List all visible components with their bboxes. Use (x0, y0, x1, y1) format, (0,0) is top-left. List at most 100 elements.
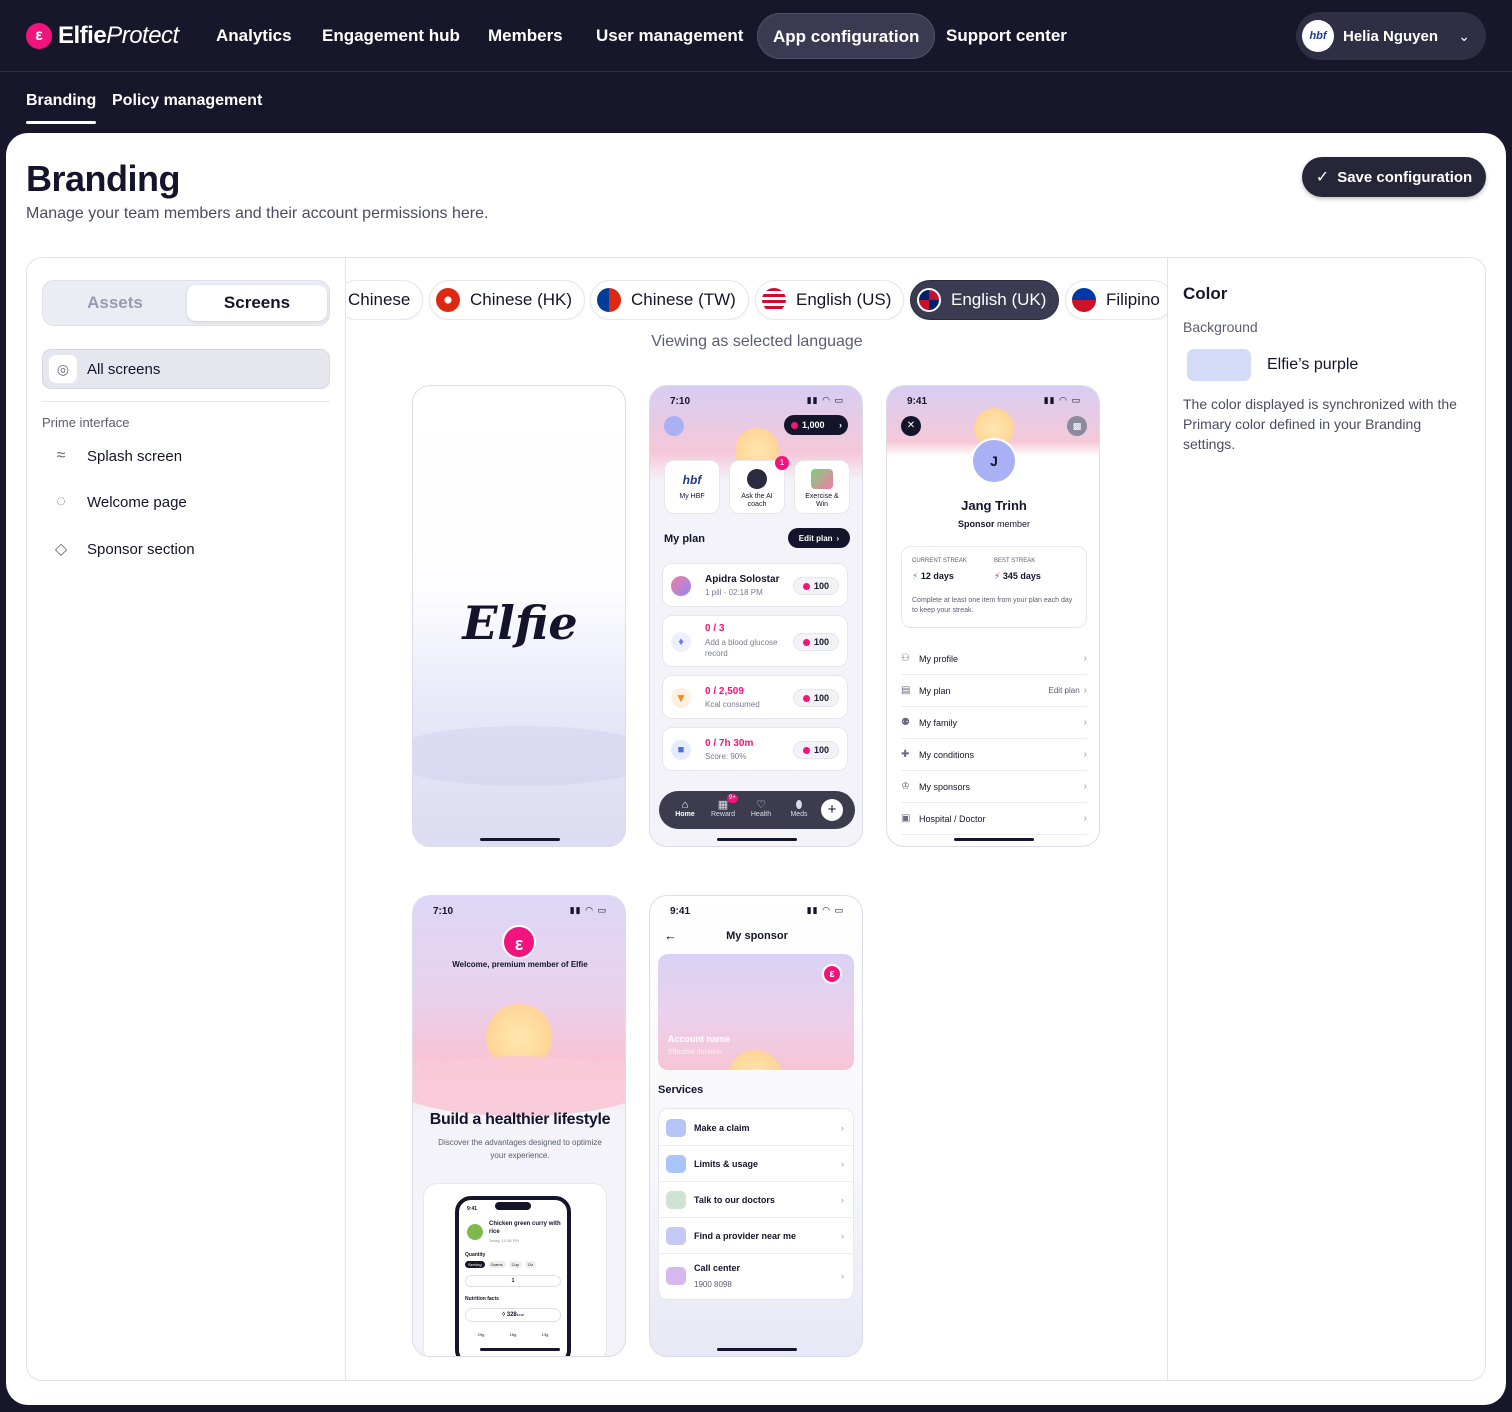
bottom-tab-bar: ⌂ Home ▦ Reward 9+ ♡ Health ⬮ Meds + (659, 791, 855, 829)
plan-item[interactable]: ▼ 0 / 2,509 Kcal consumed 100 (662, 675, 848, 719)
sponsor-screen-preview[interactable]: 9:41 ▮▮ ◠ ▭ ← My sponsor ε Account name … (649, 895, 863, 1357)
screen-item-welcome[interactable]: ◌ Welcome page (49, 493, 187, 511)
plan-item-sub: 1 pill · 02:18 PM (705, 588, 763, 597)
crown-icon: ♔ (901, 781, 910, 792)
group-header: Prime interface (42, 415, 130, 430)
nav-app-configuration[interactable]: App configuration (757, 13, 936, 59)
language-chip-english-uk[interactable]: English (UK) (910, 280, 1060, 320)
left-panel: Assets Screens ◎ All screens Prime inter… (27, 258, 346, 1380)
plan-item[interactable]: ♦ 0 / 3 Add a blood glucose record 100 (662, 615, 848, 667)
role-rest: member (997, 519, 1031, 529)
service-find-provider[interactable]: Find a provider near me › (660, 1218, 852, 1254)
user-menu[interactable]: hbf Helia Nguyen ⌄ (1296, 12, 1486, 60)
language-chip-chinese[interactable]: Chinese (347, 280, 424, 320)
chevron-right-icon: › (1083, 781, 1087, 792)
plan-item[interactable]: Apidra Solostar 1 pill · 02:18 PM 100 (662, 563, 848, 607)
ai-coach-icon (747, 469, 767, 489)
chip-label: English (UK) (951, 290, 1047, 309)
coin-icon (802, 746, 810, 754)
service-sub: 1900 8098 (694, 1279, 732, 1289)
status-time: 9:41 (907, 396, 928, 407)
nav-members[interactable]: Members (473, 13, 578, 59)
menu-my-sponsors[interactable]: ♔ My sponsors › (901, 771, 1087, 803)
tile-exercise-win[interactable]: Exercise & Win (794, 460, 850, 514)
nav-user-management[interactable]: User management (581, 13, 758, 59)
service-talk-doctors[interactable]: Talk to our doctors › (660, 1182, 852, 1218)
chevron-right-icon: › (1083, 653, 1087, 664)
best-streak-label: BEST STREAK (994, 558, 1036, 564)
points-badge[interactable]: 1,000 › (784, 415, 848, 435)
medical-cross-icon: ✚ (901, 749, 910, 760)
welcome-screen-preview[interactable]: 7:10 ▮▮ ◠ ▭ ε Welcome, premium member of… (412, 895, 626, 1357)
screen-item-splash[interactable]: ≈ Splash screen (49, 447, 182, 465)
plan-title: My plan (664, 533, 705, 545)
segment-assets[interactable]: Assets (45, 285, 185, 321)
divider (42, 401, 330, 402)
menu-my-plan[interactable]: ▤ My plan Edit plan › (901, 675, 1087, 707)
service-limits-usage[interactable]: Limits & usage › (660, 1146, 852, 1182)
home-screen-preview[interactable]: 7:10 ▮▮ ◠ ▭ 1,000 › hbf My HBF Ask the A… (649, 385, 863, 847)
add-button[interactable]: + (821, 799, 843, 821)
chevron-right-icon: › (1083, 717, 1087, 728)
macro-value: 16g (509, 1332, 517, 1337)
service-make-claim[interactable]: Make a claim › (660, 1110, 852, 1146)
language-chip-chinese-hk[interactable]: Chinese (HK) (429, 280, 586, 320)
save-configuration-button[interactable]: ✓ Save configuration (1302, 157, 1486, 197)
current-streak-label: CURRENT STREAK (912, 558, 967, 564)
tab-policy-management[interactable]: Policy management (112, 92, 262, 110)
avatar[interactable] (664, 416, 684, 436)
points-chip: 100 (793, 577, 839, 595)
qr-code-icon[interactable]: ▩ (1067, 416, 1087, 436)
menu-my-conditions[interactable]: ✚ My conditions › (901, 739, 1087, 771)
top-navigation-bar: ε Elfie Protect Analytics Engagement hub… (0, 0, 1512, 72)
edit-plan-button[interactable]: Edit plan › (788, 528, 850, 548)
pill-icon: ⬮ (795, 799, 803, 811)
phone-icon (666, 1267, 686, 1285)
tab-meds[interactable]: ⬮ Meds (779, 799, 819, 819)
tab-health[interactable]: ♡ Health (743, 800, 779, 819)
coin-icon (802, 582, 810, 590)
menu-label: My plan (919, 685, 951, 696)
uk-flag-icon (917, 288, 941, 312)
status-icons: ▮▮ ◠ ▭ (569, 905, 607, 915)
kcal-value: 328 (506, 1312, 517, 1318)
all-screens-item[interactable]: ◎ All screens (42, 349, 330, 389)
menu-label: My sponsors (919, 781, 971, 792)
page-title: Branding (26, 158, 181, 199)
screen-item-sponsor[interactable]: ◇ Sponsor section (49, 539, 195, 559)
hk-flag-icon (436, 288, 460, 312)
nav-analytics[interactable]: Analytics (201, 13, 307, 59)
background-label: Background (1183, 319, 1258, 335)
tab-home[interactable]: ⌂ Home (667, 800, 703, 819)
member-role: Sponsor member (887, 519, 1099, 529)
us-flag-icon (762, 288, 786, 312)
language-chip-english-us[interactable]: English (US) (755, 280, 905, 320)
mini-macros: 29g 16g 13g (465, 1332, 561, 1337)
language-chip-chinese-tw[interactable]: Chinese (TW) (590, 280, 749, 320)
bolt-icon: ⚡ (994, 571, 1001, 581)
family-icon: ⚉ (901, 717, 910, 728)
tile-my-hbf[interactable]: hbf My HBF (664, 460, 720, 514)
profile-screen-preview[interactable]: 9:41 ▮▮ ◠ ▭ ✕ ▩ J Jang Trinh Sponsor mem… (886, 385, 1100, 847)
menu-hospital-doctor[interactable]: ▣ Hospital / Doctor › (901, 803, 1087, 835)
elfie-protect-logo[interactable]: ε Elfie Protect (26, 22, 179, 50)
language-chip-filipino[interactable]: Filipino (1065, 280, 1167, 320)
diamond-icon: ◇ (54, 541, 68, 558)
nav-support-center[interactable]: Support center (931, 13, 1082, 59)
color-swatch[interactable] (1187, 349, 1251, 381)
splash-screen-preview[interactable]: Elfie (412, 385, 626, 847)
nav-engagement-hub[interactable]: Engagement hub (307, 13, 475, 59)
segment-screens[interactable]: Screens (187, 285, 327, 321)
menu-my-profile[interactable]: ⚇ My profile › (901, 643, 1087, 675)
tile-label: Exercise & Win (805, 493, 839, 508)
menu-my-family[interactable]: ⚉ My family › (901, 707, 1087, 739)
service-call-center[interactable]: Call center 1900 8098 › (660, 1254, 852, 1298)
tab-branding[interactable]: Branding (26, 92, 96, 110)
color-heading: Color (1183, 284, 1228, 303)
mini-time: 9:41 (467, 1206, 478, 1212)
tab-reward[interactable]: ▦ Reward 9+ (703, 794, 743, 819)
chevron-right-icon: › (1083, 685, 1087, 696)
plan-item[interactable]: ■ 0 / 7h 30m Score: 90% 100 (662, 727, 848, 771)
elfie-logo-mark-icon: ε (822, 964, 842, 984)
close-icon[interactable]: ✕ (901, 416, 921, 436)
